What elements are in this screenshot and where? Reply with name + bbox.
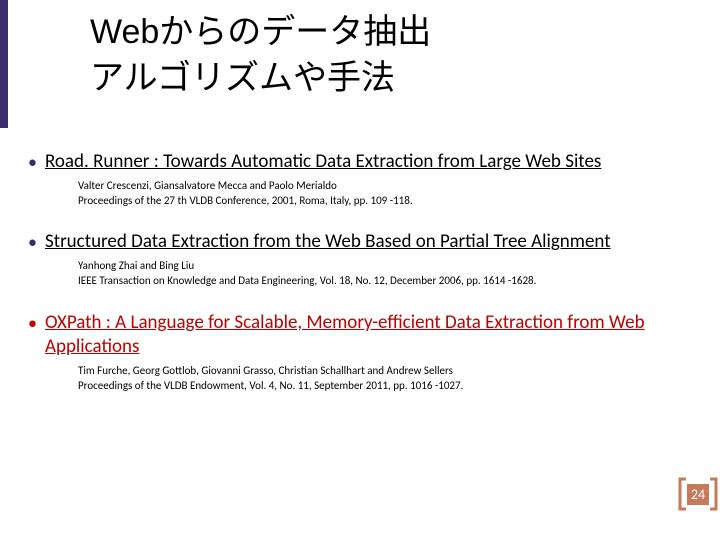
- accent-bar: [0, 0, 8, 128]
- page-number-badge: 24: [676, 476, 720, 512]
- bullet-icon: •: [28, 150, 37, 174]
- paper-title: Structured Data Extraction from the Web …: [45, 230, 692, 255]
- paper-authors: Yanhong Zhai and Bing Liu: [78, 259, 194, 272]
- paper-citation: Valter Crescenzi, Giansalvatore Mecca an…: [78, 179, 692, 209]
- page-number: 24: [687, 484, 709, 505]
- title-line-2: アルゴリズムや手法: [90, 59, 395, 97]
- slide-title: Webからのデータ抽出 アルゴリズムや手法: [90, 10, 680, 102]
- paper-item: • OXPath : A Language for Scalable, Memo…: [28, 311, 692, 394]
- paper-item: • Structured Data Extraction from the We…: [28, 230, 692, 288]
- paper-venue: IEEE Transaction on Knowledge and Data E…: [78, 274, 536, 287]
- bullet-icon: •: [28, 311, 37, 335]
- paper-venue: Proceedings of the 27 th VLDB Conference…: [78, 194, 413, 207]
- title-line-1: Webからのデータ抽出: [90, 13, 431, 51]
- paper-authors: Tim Furche, Georg Gottlob, Giovanni Gras…: [78, 364, 453, 377]
- paper-citation: Tim Furche, Georg Gottlob, Giovanni Gras…: [78, 364, 692, 394]
- paper-citation: Yanhong Zhai and Bing Liu IEEE Transacti…: [78, 259, 692, 289]
- paper-authors: Valter Crescenzi, Giansalvatore Mecca an…: [78, 179, 337, 192]
- paper-item: • Road. Runner : Towards Automatic Data …: [28, 150, 692, 208]
- paper-title-highlighted: OXPath : A Language for Scalable, Memory…: [45, 311, 692, 360]
- paper-title: Road. Runner : Towards Automatic Data Ex…: [45, 150, 692, 175]
- paper-venue: Proceedings of the VLDB Endowment, Vol. …: [78, 379, 463, 392]
- bullet-icon: •: [28, 230, 37, 254]
- content-area: • Road. Runner : Towards Automatic Data …: [28, 150, 692, 416]
